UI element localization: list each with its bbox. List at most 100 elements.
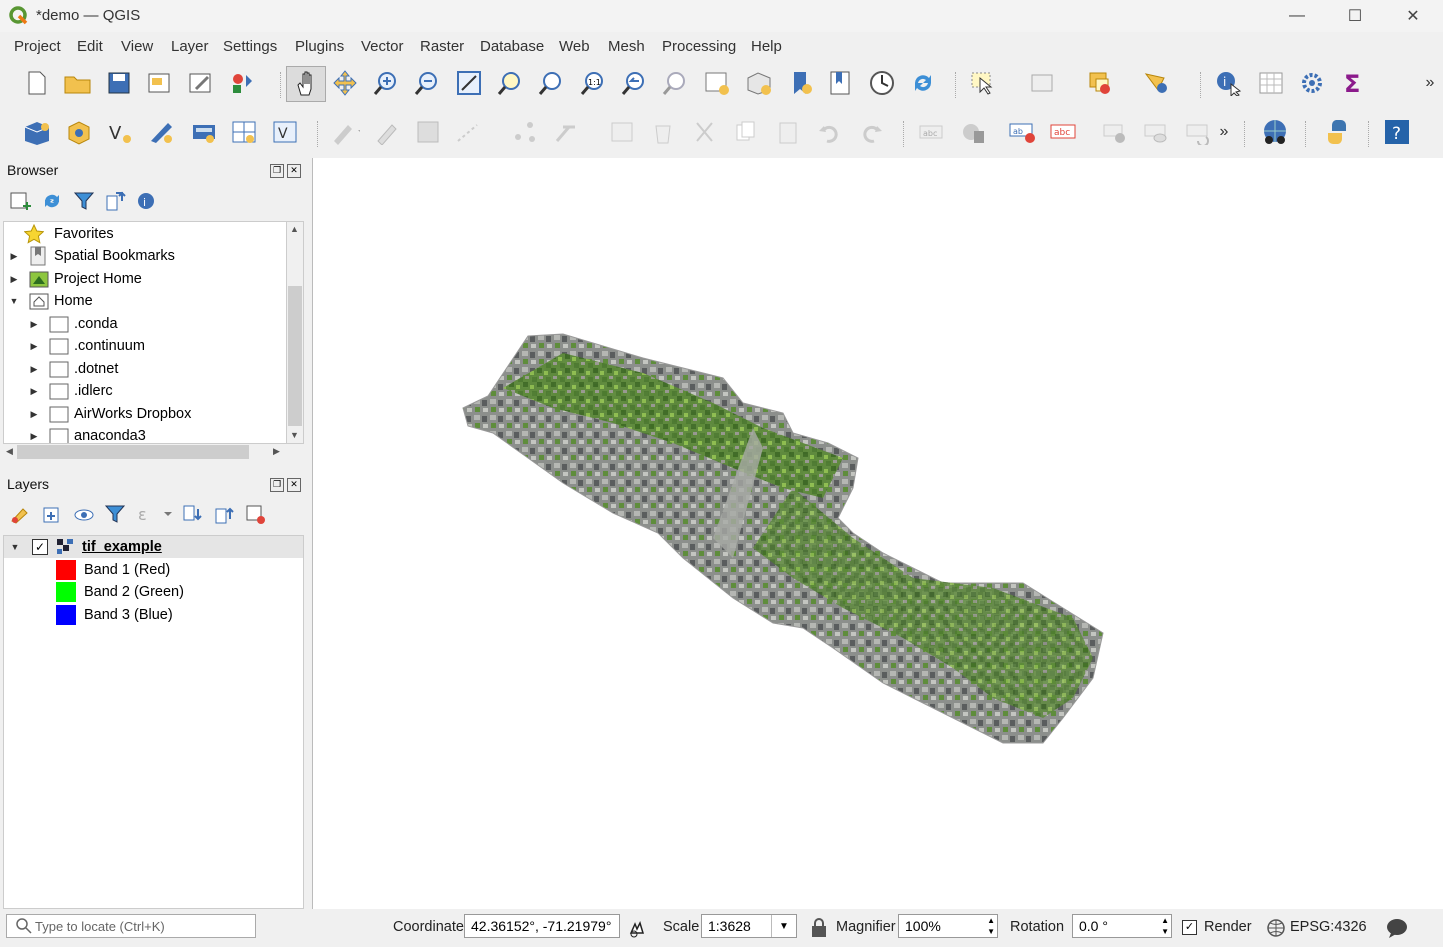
- browser-item-folder[interactable]: ▶ AirWorks Dropbox: [29, 403, 191, 425]
- browser-item-favorites[interactable]: Favorites: [24, 223, 114, 245]
- data-source-manager-icon[interactable]: [22, 117, 52, 147]
- float-panel-icon[interactable]: ❐: [270, 164, 284, 178]
- scroll-down-icon[interactable]: ▼: [290, 430, 299, 440]
- new-temporary-layer-icon[interactable]: [189, 117, 219, 147]
- toolbar-overflow-icon[interactable]: »: [1420, 68, 1440, 98]
- expand-arrow-icon[interactable]: ▶: [9, 251, 19, 262]
- render-checkbox[interactable]: ✓: [1182, 920, 1197, 935]
- cut-features-icon[interactable]: [690, 117, 720, 147]
- browser-item-folder[interactable]: ▶ anaconda3: [29, 425, 146, 443]
- new-vector-tile-layer-icon[interactable]: V: [270, 117, 300, 147]
- layout-manager-icon[interactable]: [186, 68, 216, 98]
- refresh-icon[interactable]: [908, 68, 938, 98]
- python-console-icon[interactable]: [1322, 117, 1352, 147]
- rotation-spinbox[interactable]: 0.0 ° ▲ ▼: [1072, 914, 1172, 938]
- spinbox-arrows-icon[interactable]: ▲ ▼: [987, 915, 995, 937]
- new-geopackage-layer-icon[interactable]: [64, 117, 94, 147]
- collapse-arrow-icon[interactable]: ▼: [10, 542, 20, 552]
- attribute-table-icon[interactable]: [1256, 68, 1286, 98]
- zoom-last-icon[interactable]: [619, 68, 649, 98]
- layer-labeling-icon[interactable]: abc: [916, 117, 946, 147]
- browser-item-folder[interactable]: ▶ .idlerc: [29, 380, 113, 402]
- processing-toolbox-icon[interactable]: [1297, 68, 1327, 98]
- menu-web[interactable]: Web: [559, 38, 590, 55]
- show-hide-labels-icon[interactable]: [1141, 117, 1171, 147]
- zoom-full-icon[interactable]: [454, 68, 484, 98]
- scroll-up-icon[interactable]: ▲: [290, 224, 299, 234]
- layer-row[interactable]: ▼ ✓ tif_example: [4, 536, 303, 558]
- browser-horizontal-scrollbar[interactable]: ◀ ▶: [3, 444, 286, 460]
- help-contents-icon[interactable]: ?: [1382, 117, 1412, 147]
- manage-map-themes-icon[interactable]: [73, 503, 95, 528]
- browser-item-folder[interactable]: ▶ .dotnet: [29, 358, 118, 380]
- zoom-to-layer-icon[interactable]: [536, 68, 566, 98]
- remove-layer-icon[interactable]: [244, 503, 266, 528]
- browser-item-home[interactable]: ▼ Home: [9, 290, 93, 312]
- vertex-tool-icon[interactable]: [510, 117, 540, 147]
- style-manager-icon[interactable]: [228, 68, 258, 98]
- zoom-native-resolution-icon[interactable]: 1:1: [578, 68, 608, 98]
- refresh-browser-icon[interactable]: [41, 190, 63, 215]
- scroll-left-icon[interactable]: ◀: [6, 446, 13, 457]
- show-bookmarks-icon[interactable]: [826, 68, 856, 98]
- current-edits-icon[interactable]: [330, 117, 360, 147]
- minimize-button[interactable]: —: [1268, 0, 1326, 32]
- rotate-label-icon[interactable]: [1183, 117, 1213, 147]
- menu-help[interactable]: Help: [751, 38, 782, 55]
- magnifier-spinbox[interactable]: 100% ▲ ▼: [898, 914, 998, 938]
- close-button[interactable]: ✕: [1384, 0, 1442, 32]
- metasearch-icon[interactable]: [1260, 117, 1290, 147]
- menu-database[interactable]: Database: [480, 38, 544, 55]
- collapse-arrow-icon[interactable]: ▼: [9, 296, 19, 306]
- statistical-summary-icon[interactable]: Σ: [1339, 68, 1369, 98]
- filter-browser-icon[interactable]: [73, 190, 95, 215]
- spinbox-arrows-icon[interactable]: ▲ ▼: [1161, 915, 1169, 937]
- new-map-view-icon[interactable]: [702, 68, 732, 98]
- digitize-line-icon[interactable]: [455, 117, 485, 147]
- paste-features-icon[interactable]: [773, 117, 803, 147]
- expand-all-icon[interactable]: [181, 503, 203, 528]
- scale-combobox[interactable]: 1:3628 ▼: [701, 914, 797, 938]
- copy-features-icon[interactable]: [731, 117, 761, 147]
- highlight-pinned-labels-icon[interactable]: abc: [1049, 117, 1079, 147]
- scroll-right-icon[interactable]: ▶: [273, 446, 280, 457]
- expand-arrow-icon[interactable]: ▶: [29, 409, 39, 420]
- zoom-next-icon[interactable]: [660, 68, 690, 98]
- filter-legend-icon[interactable]: [104, 503, 126, 528]
- browser-item-project-home[interactable]: ▶ Project Home: [9, 268, 142, 290]
- delete-selected-icon[interactable]: [648, 117, 678, 147]
- pan-map-icon[interactable]: [286, 66, 326, 102]
- browser-item-folder[interactable]: ▶ .continuum: [29, 335, 145, 357]
- scale-dropdown-icon[interactable]: ▼: [771, 915, 796, 937]
- zoom-out-icon[interactable]: [412, 68, 442, 98]
- save-layer-edits-icon[interactable]: [413, 117, 443, 147]
- menu-vector[interactable]: Vector: [361, 38, 404, 55]
- move-label-icon[interactable]: [1100, 117, 1130, 147]
- select-by-value-icon[interactable]: [1030, 68, 1060, 98]
- toggle-editing-icon[interactable]: [372, 117, 402, 147]
- properties-info-icon[interactable]: i: [135, 190, 157, 215]
- temporal-controller-icon[interactable]: [867, 68, 897, 98]
- open-layer-styling-icon[interactable]: [9, 503, 31, 528]
- select-features-icon[interactable]: [970, 68, 1000, 98]
- scrollbar-thumb[interactable]: [288, 286, 302, 426]
- identify-features-icon[interactable]: i: [1214, 68, 1244, 98]
- new-spatial-bookmark-icon[interactable]: [786, 68, 816, 98]
- zoom-to-selection-icon[interactable]: [495, 68, 525, 98]
- expand-arrow-icon[interactable]: ▶: [29, 364, 39, 375]
- browser-item-folder[interactable]: ▶ .conda: [29, 313, 118, 335]
- new-project-icon[interactable]: [22, 68, 52, 98]
- modify-attributes-icon[interactable]: [553, 117, 583, 147]
- layer-diagram-icon[interactable]: [959, 117, 989, 147]
- menu-plugins[interactable]: Plugins: [295, 38, 344, 55]
- close-panel-icon[interactable]: ✕: [287, 164, 301, 178]
- menu-mesh[interactable]: Mesh: [608, 38, 645, 55]
- menu-edit[interactable]: Edit: [77, 38, 103, 55]
- add-selected-layers-icon[interactable]: [9, 190, 31, 215]
- menu-processing[interactable]: Processing: [662, 38, 736, 55]
- pin-labels-icon[interactable]: ab: [1008, 117, 1038, 147]
- menu-project[interactable]: Project: [14, 38, 61, 55]
- lock-scale-icon[interactable]: [810, 917, 828, 942]
- menu-layer[interactable]: Layer: [171, 38, 209, 55]
- expand-arrow-icon[interactable]: ▶: [29, 341, 39, 352]
